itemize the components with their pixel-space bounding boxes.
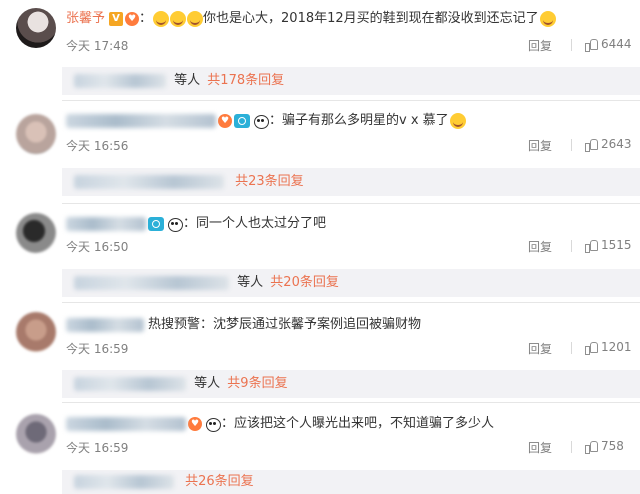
sub-replies-count-link[interactable]: 共178条回复 (207, 73, 284, 88)
sub-replies-count-link[interactable]: 共26条回复 (185, 474, 254, 489)
avatar[interactable] (16, 8, 56, 48)
camera-badge-icon (234, 114, 250, 128)
verified-v-icon: V (109, 12, 124, 26)
sub-replies-bar[interactable]: 共23条回复 (62, 168, 640, 196)
sub-replies-label: 等人 (237, 275, 264, 290)
comment-time: 今天 16:50 (66, 240, 129, 254)
comment-text: 热搜预警：沈梦辰通过张馨予案例追回被骗财物 (148, 317, 422, 332)
avatar[interactable] (16, 213, 56, 253)
blurred-username[interactable] (66, 217, 146, 231)
thumbs-up-icon (585, 341, 598, 355)
divider (62, 402, 640, 403)
divider (571, 342, 572, 354)
sub-replies-label: 等人 (194, 376, 221, 391)
comment-item: 张馨予 V ♥ ： 你也是心大，2018年12月买的鞋到现在都没收到还忘记了 今… (0, 0, 640, 95)
comment-line: 热搜预警：沈梦辰通过张馨予案例追回被骗财物 (66, 316, 421, 334)
comment-line: 张馨予 V ♥ ： 你也是心大，2018年12月买的鞋到现在都没收到还忘记了 (66, 10, 556, 28)
blurred-username (74, 474, 174, 489)
like-button[interactable]: 2643 (585, 137, 632, 152)
comment-time: 今天 16:59 (66, 441, 129, 455)
panda-badge-icon (253, 114, 269, 129)
like-button[interactable]: 6444 (585, 37, 632, 52)
sub-replies-bar[interactable]: 共26条回复 (62, 470, 640, 494)
laughing-emoji-icon (539, 11, 556, 27)
heart-badge-icon: ♥ (125, 12, 140, 26)
comment-line: ♥ ：应该把这个人曝光出来吧，不知道骗了多少人 (66, 415, 494, 433)
sub-replies-bar[interactable]: 等人 共9条回复 (62, 370, 640, 398)
sub-replies-count-link[interactable]: 共9条回复 (227, 376, 287, 391)
sub-replies-count-link[interactable]: 共20条回复 (270, 275, 339, 290)
divider (571, 240, 572, 252)
comment-line: ♥ ：骗子有那么多明星的v x 慕了 (66, 112, 466, 130)
sub-replies-bar[interactable]: 等人 共20条回复 (62, 269, 640, 297)
reply-button[interactable]: 回复 (528, 37, 552, 54)
username-link[interactable]: 张馨予 (66, 10, 105, 28)
blurred-username (74, 174, 224, 189)
blurred-username[interactable] (66, 417, 186, 431)
heart-badge-icon: ♥ (188, 417, 202, 431)
comment-text: ：应该把这个人曝光出来吧，不知道骗了多少人 (221, 416, 495, 431)
reply-button[interactable]: 回复 (528, 137, 552, 154)
blurred-username[interactable] (66, 318, 144, 332)
comment-text-prefix: ： (139, 11, 153, 26)
heart-badge-icon: ♥ (218, 114, 232, 128)
divider (571, 139, 572, 151)
like-count: 1201 (601, 340, 632, 354)
avatar[interactable] (16, 414, 56, 454)
camera-badge-icon (148, 217, 164, 231)
laughing-emoji-icon (170, 11, 187, 27)
like-button[interactable]: 1515 (585, 238, 632, 253)
comment-text: ：同一个人也太过分了吧 (183, 216, 327, 231)
avatar[interactable] (16, 114, 56, 154)
thumbs-up-icon (585, 138, 598, 152)
blurred-username (74, 73, 166, 88)
like-button[interactable]: 1201 (585, 340, 632, 355)
divider (62, 100, 640, 101)
comment-item: ♥ ：骗子有那么多明星的v x 慕了 今天 16:56 回复 2643 共23条… (0, 100, 640, 198)
laughing-emoji-icon (449, 113, 466, 129)
comment-item: ：同一个人也太过分了吧 今天 16:50 回复 1515 等人 共20条回复 (0, 203, 640, 297)
comment-line: ：同一个人也太过分了吧 (66, 215, 326, 233)
like-count: 6444 (601, 37, 632, 51)
reply-button[interactable]: 回复 (528, 340, 552, 357)
divider (62, 203, 640, 204)
thumbs-up-icon (585, 440, 598, 454)
divider (571, 39, 572, 51)
like-button[interactable]: 758 (585, 439, 624, 454)
sub-replies-bar[interactable]: 等人 共178条回复 (62, 67, 640, 95)
panda-badge-icon (167, 217, 183, 232)
divider (62, 302, 640, 303)
comment-time: 今天 16:56 (66, 139, 129, 153)
sub-replies-count-link[interactable]: 共23条回复 (235, 174, 304, 189)
laughing-emoji-icon (153, 11, 170, 27)
comment-time: 今天 16:59 (66, 342, 129, 356)
avatar[interactable] (16, 312, 56, 352)
like-count: 1515 (601, 238, 632, 252)
divider (571, 441, 572, 453)
sub-replies-label: 等人 (174, 73, 201, 88)
thumbs-up-icon (585, 38, 598, 52)
comment-item: ♥ ：应该把这个人曝光出来吧，不知道骗了多少人 今天 16:59 回复 758 … (0, 402, 640, 494)
panda-badge-icon (205, 417, 221, 432)
blurred-username (74, 275, 229, 290)
reply-button[interactable]: 回复 (528, 238, 552, 255)
comment-text: 你也是心大，2018年12月买的鞋到现在都没收到还忘记了 (203, 11, 539, 26)
laughing-emoji-icon (187, 11, 204, 27)
thumbs-up-icon (585, 239, 598, 253)
reply-button[interactable]: 回复 (528, 439, 552, 456)
blurred-username (74, 376, 186, 391)
comment-time: 今天 17:48 (66, 39, 129, 53)
blurred-username[interactable] (66, 114, 216, 128)
comment-item: 热搜预警：沈梦辰通过张馨予案例追回被骗财物 今天 16:59 回复 1201 等… (0, 302, 640, 398)
like-count: 758 (601, 439, 624, 453)
like-count: 2643 (601, 137, 632, 151)
comment-text: ：骗子有那么多明星的v x 慕了 (269, 113, 449, 128)
